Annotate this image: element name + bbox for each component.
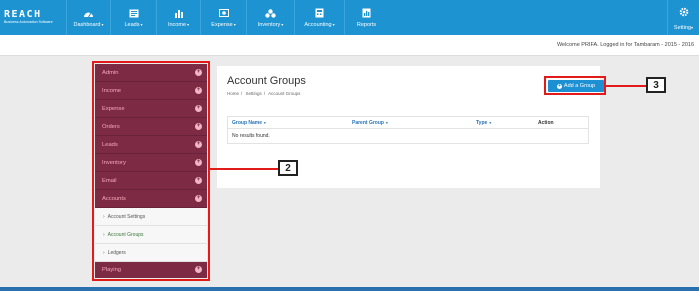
column-type[interactable]: Type ▾ — [472, 120, 534, 126]
dashboard-icon — [83, 7, 95, 19]
nav-reports[interactable]: Reports — [344, 0, 388, 35]
logo-word: REACH — [4, 9, 42, 20]
breadcrumb-home[interactable]: Home — [227, 91, 239, 96]
nav-leads[interactable]: Leads▾ — [110, 0, 156, 35]
logo-tagline: Business Automation Software — [4, 20, 53, 24]
callout-3: 3 — [646, 77, 666, 93]
reports-icon — [361, 7, 373, 19]
breadcrumb-settings[interactable]: Settings — [246, 91, 262, 96]
breadcrumb-current: Account Groups — [268, 91, 301, 96]
nav-income[interactable]: Income▾ — [156, 0, 200, 35]
top-navbar: REACH Business Automation Software Dashb… — [0, 0, 699, 35]
breadcrumb: Home / Settings / Account Groups — [227, 91, 301, 96]
nav-accounting[interactable]: Accounting▾ — [294, 0, 344, 35]
nav-income-label: Income — [167, 22, 187, 28]
sidebar-highlight-box — [92, 61, 210, 281]
callout-2: 2 — [278, 160, 298, 176]
expense-icon — [218, 7, 230, 19]
nav-expense-label: Expense — [211, 22, 233, 28]
welcome-text: Welcome PRIFA. Logged in for Tambaram - … — [556, 42, 694, 48]
sort-icon: ▾ — [489, 120, 492, 125]
settings-label: Setting — [673, 25, 692, 31]
footer-strip — [0, 287, 699, 291]
sort-icon: ▾ — [385, 120, 388, 125]
logo[interactable]: REACH Business Automation Software — [0, 0, 66, 35]
income-icon — [173, 7, 185, 19]
page-title: Account Groups — [227, 75, 306, 87]
nav-reports-label: Reports — [356, 22, 377, 28]
column-group-name[interactable]: Group Name ▾ — [228, 120, 348, 126]
nav-expense[interactable]: Expense▾ — [200, 0, 246, 35]
main-nav: Dashboard▾ Leads▾ Income▾ Expense▾ Inven… — [66, 0, 388, 35]
column-label: Type — [476, 119, 488, 126]
add-button-highlight-box — [544, 76, 606, 95]
leads-icon — [128, 7, 140, 19]
nav-inventory-label: Inventory — [257, 22, 281, 28]
accounting-icon — [314, 7, 326, 19]
callout-2-connector — [210, 168, 278, 170]
nav-dashboard[interactable]: Dashboard▾ — [66, 0, 110, 35]
column-label: Group Name — [232, 119, 263, 126]
welcome-bar: Welcome PRIFA. Logged in for Tambaram - … — [0, 35, 699, 56]
callout-3-connector — [606, 85, 646, 87]
nav-inventory[interactable]: Inventory▾ — [246, 0, 294, 35]
account-groups-table: Group Name ▾ Parent Group ▾ Type ▾ Action N… — [227, 116, 589, 144]
inventory-icon — [265, 7, 277, 19]
settings-menu[interactable]: Setting▾ — [667, 0, 699, 35]
column-parent-group[interactable]: Parent Group ▾ — [348, 120, 472, 126]
table-header: Group Name ▾ Parent Group ▾ Type ▾ Action — [228, 117, 588, 129]
nav-leads-label: Leads — [124, 22, 140, 28]
nav-accounting-label: Accounting — [304, 22, 332, 28]
gear-icon — [679, 4, 689, 22]
sort-icon: ▾ — [264, 120, 266, 125]
column-action: Action — [538, 119, 554, 126]
nav-dashboard-label: Dashboard — [73, 22, 101, 28]
table-empty-row: No results found. — [232, 133, 270, 139]
column-label: Parent Group — [352, 119, 384, 126]
